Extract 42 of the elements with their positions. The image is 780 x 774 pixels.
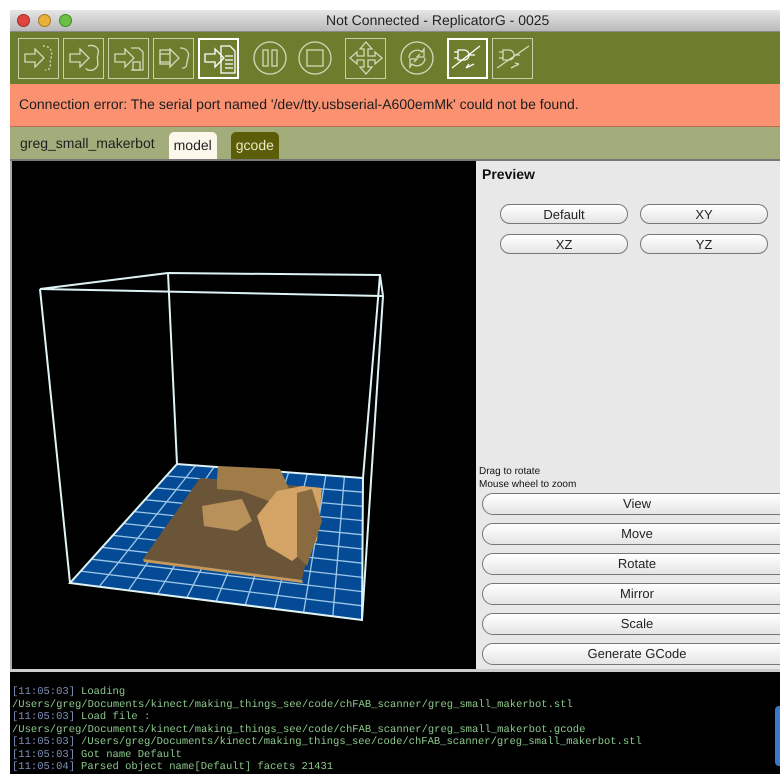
- log-message: /Users/greg/Documents/kinect/making_things_see/code/chFAB_scanner/greg_small_makerbot.stl: [12, 698, 573, 711]
- dotted-tool-icon[interactable]: [18, 38, 59, 78]
- preview-title: Preview: [482, 165, 536, 184]
- log-time: [11:05:03]: [12, 686, 76, 698]
- log-time: [11:05:03]: [12, 711, 76, 724]
- hint-text: Mouse wheel to zoom: [479, 478, 578, 491]
- disconnect-tool-icon[interactable]: [492, 38, 533, 78]
- camera-preset-button[interactable]: YZ: [640, 234, 768, 254]
- action-button[interactable]: Move: [482, 523, 780, 545]
- file-tool-icon[interactable]: [198, 38, 239, 78]
- log-time: [11:05:03]: [12, 736, 76, 748]
- window-title: Not Connected - ReplicatorG - 0025: [326, 11, 550, 30]
- tab[interactable]: model: [168, 132, 217, 159]
- remote-tool-icon[interactable]: [153, 38, 194, 78]
- camera-preset-button[interactable]: XY: [640, 204, 768, 224]
- tab[interactable]: gcode: [230, 132, 279, 159]
- save-tool-icon[interactable]: [108, 38, 149, 78]
- action-button[interactable]: Scale: [482, 613, 780, 635]
- log-message: /Users/greg/Documents/kinect/making_things_see/code/chFAB_scanner/greg_small_makerbot.gcode: [12, 724, 586, 736]
- log-time: [11:05:03]: [12, 748, 76, 761]
- file-name: greg_small_makerbot: [20, 134, 155, 153]
- error-message: Connection error: The serial port named '/dev/tty.usbserial-A600emMk' could not be found.: [19, 96, 579, 112]
- close-window-icon[interactable]: [17, 14, 30, 27]
- log-message: /Users/greg/Documents/kinect/making_things_see/code/chFAB_scanner/greg_small_makerbot.stl: [81, 736, 642, 748]
- log-time: [11:05:04]: [12, 761, 76, 774]
- log-message: Parsed object name[Default] facets 21431: [81, 761, 334, 774]
- blob-tool-icon[interactable]: [63, 38, 104, 78]
- jog-tool-icon[interactable]: [345, 38, 386, 78]
- action-button[interactable]: Mirror: [482, 583, 780, 605]
- minimize-window-icon[interactable]: [38, 14, 51, 27]
- zoom-window-icon[interactable]: [59, 14, 72, 27]
- action-button[interactable]: Generate GCode: [482, 643, 780, 665]
- camera-preset-button[interactable]: Default: [500, 204, 628, 224]
- hint-text: Drag to rotate: [479, 465, 542, 478]
- action-button[interactable]: Rotate: [482, 553, 780, 575]
- log-message: Load file :: [81, 711, 150, 724]
- log-message: Got name Default: [81, 748, 182, 761]
- action-button[interactable]: View: [482, 493, 780, 515]
- log-message: Loading: [81, 686, 126, 698]
- camera-preset-button[interactable]: XZ: [500, 234, 628, 254]
- connect-tool-icon[interactable]: [447, 38, 488, 78]
- scrollbar[interactable]: [775, 706, 780, 766]
